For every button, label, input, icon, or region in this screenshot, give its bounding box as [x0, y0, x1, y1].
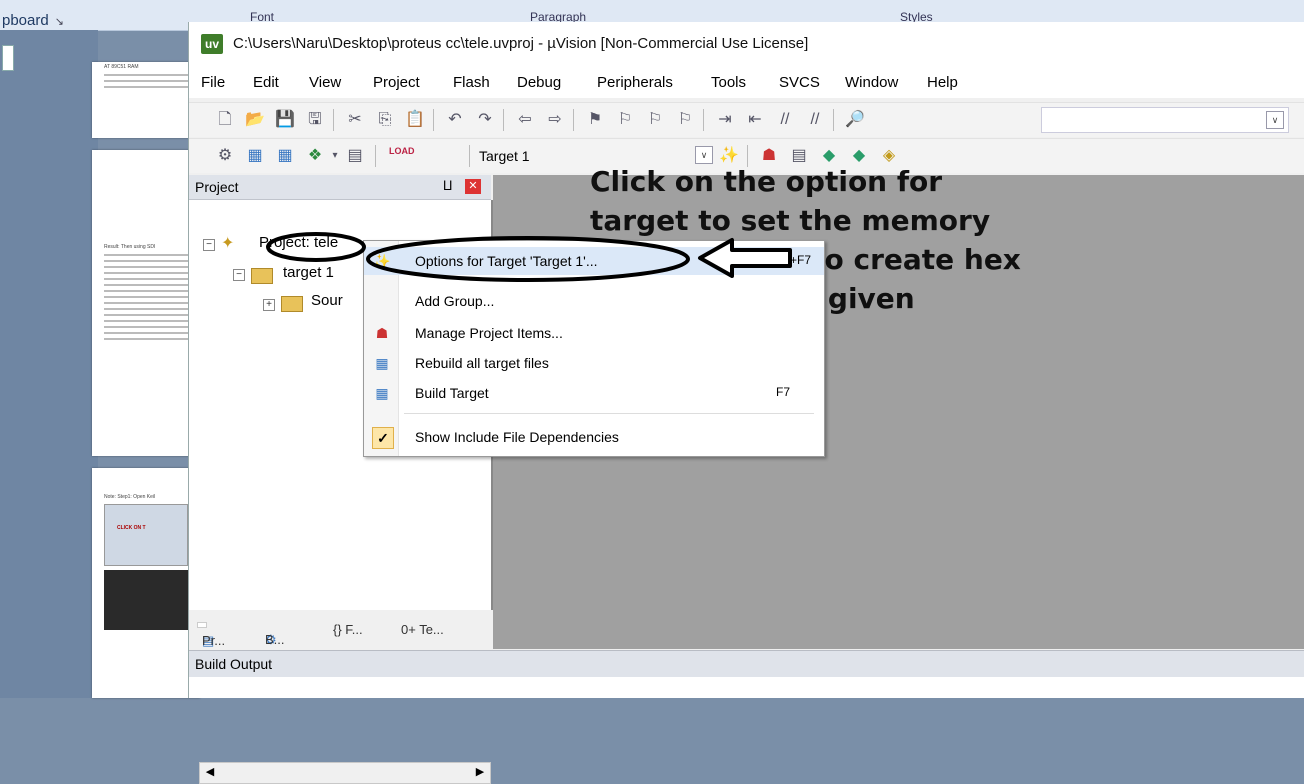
page-screenshot-thumbnail [104, 570, 188, 630]
next-bookmark-icon[interactable]: ⚐ [645, 110, 665, 130]
horizontal-scrollbar[interactable]: ◀ ▶ [199, 762, 491, 784]
background-input-box[interactable] [2, 45, 14, 71]
menu-item-show-include-deps[interactable]: ✓ Show Include File Dependencies [364, 423, 824, 451]
menu-item-manage-project-items[interactable]: ☗ Manage Project Items... [364, 319, 824, 347]
check-icon: ✓ [372, 427, 394, 449]
collapse-icon[interactable]: − [233, 269, 245, 281]
comment-icon[interactable]: // [775, 110, 795, 130]
menu-item-rebuild-all[interactable]: ▦ Rebuild all target files [364, 349, 824, 377]
project-items-icon: ☗ [375, 325, 389, 341]
chevron-down-icon[interactable]: ▾ [325, 146, 345, 166]
menu-tools[interactable]: Tools [711, 74, 746, 91]
rebuild-icon: ▦ [375, 355, 389, 371]
menu-project[interactable]: Project [373, 74, 420, 91]
target-folder-icon [251, 268, 273, 284]
indent-icon[interactable]: ⇥ [715, 110, 735, 130]
navigate-forward-icon[interactable]: ⇨ [545, 110, 565, 130]
menu-item-options-for-target[interactable]: ✨ Options for Target 'Target 1'... Alt+F… [364, 247, 824, 275]
page-text: Note: Step1: Open Keil [104, 494, 156, 500]
menu-file[interactable]: File [201, 74, 225, 91]
chevron-down-icon[interactable]: ∨ [1266, 111, 1284, 129]
menu-item-build-target[interactable]: ▦ Build Target F7 [364, 379, 824, 407]
source-group-tree-item[interactable]: Sour [311, 292, 343, 309]
copy-icon[interactable]: ⎘ [375, 110, 395, 130]
open-folder-icon[interactable]: 📂 [245, 110, 265, 130]
window-title: C:\Users\Naru\Desktop\proteus cc\tele.uv… [233, 35, 809, 52]
menu-view[interactable]: View [309, 74, 341, 91]
project-panel-tabs: ▤ Pr... ⚙ B... {} F... 0+ Te... [189, 612, 491, 648]
menu-peripherals[interactable]: Peripherals [597, 74, 673, 91]
uvision-app-icon: uv [201, 34, 223, 54]
ribbon-clipboard-label: pboard [2, 12, 49, 29]
prev-bookmark-icon[interactable]: ⚐ [615, 110, 635, 130]
find-in-files-icon[interactable]: 🔎 [845, 110, 865, 130]
dialog-launcher-icon[interactable]: ↘ [55, 16, 64, 28]
menu-bar: File Edit View Project Flash Debug Perip… [189, 66, 1304, 98]
scroll-left-icon[interactable]: ◀ [202, 764, 218, 780]
menu-item-add-group[interactable]: Add Group... [364, 287, 824, 315]
save-all-icon[interactable]: 🖫 [305, 110, 325, 130]
build-output-pane[interactable] [189, 677, 1304, 698]
rebuild-icon[interactable]: ▦ [275, 146, 295, 166]
page-text: AT 89C51 RAM [104, 64, 139, 70]
expand-icon[interactable]: + [263, 299, 275, 311]
bookmark-icon[interactable]: ⚑ [585, 110, 605, 130]
magic-wand-icon: ✨ [373, 253, 391, 269]
menu-edit[interactable]: Edit [253, 74, 279, 91]
unindent-icon[interactable]: ⇤ [745, 110, 765, 130]
document-page-thumbnail[interactable]: Result: Then using SDI [92, 150, 200, 456]
menu-svcs[interactable]: SVCS [779, 74, 820, 91]
project-root-label[interactable]: Project: tele [259, 234, 338, 251]
build-icon: ▦ [375, 385, 389, 401]
target-select-value: Target 1 [479, 148, 530, 164]
tab-functions[interactable]: {} F... [333, 622, 363, 637]
redo-icon[interactable]: ↷ [475, 110, 495, 130]
build-icon[interactable]: ▦ [245, 146, 265, 166]
save-icon[interactable]: 💾 [275, 110, 295, 130]
new-file-icon[interactable]: 🗋 [215, 110, 235, 130]
clear-bookmarks-icon[interactable]: ⚐ [675, 110, 695, 130]
find-combo[interactable]: ∨ [1041, 107, 1289, 133]
ribbon-clipboard-group: pboard ↘ [2, 12, 64, 29]
collapse-icon[interactable]: − [203, 239, 215, 251]
undo-icon[interactable]: ↶ [445, 110, 465, 130]
paste-icon[interactable]: 📋 [405, 110, 425, 130]
tab-project[interactable]: ▤ Pr... [197, 622, 225, 648]
document-page-thumbnail[interactable]: Note: Step1: Open Keil CLICK ON T [92, 468, 200, 698]
menu-window[interactable]: Window [845, 74, 898, 91]
title-bar[interactable]: uv C:\Users\Naru\Desktop\proteus cc\tele… [189, 22, 1304, 66]
page-text: Result: Then using SDI [104, 244, 156, 250]
project-root-icon: ✦ [221, 235, 235, 252]
project-panel-header: Project ⨿ ✕ [189, 175, 491, 200]
project-panel-title: Project [195, 179, 239, 195]
page-screenshot-thumbnail: CLICK ON T [104, 504, 188, 566]
navigate-back-icon[interactable]: ⇦ [515, 110, 535, 130]
tab-templates[interactable]: 0+ Te... [401, 622, 444, 637]
menu-debug[interactable]: Debug [517, 74, 561, 91]
translate-icon[interactable]: ⚙ [215, 146, 235, 166]
scroll-right-icon[interactable]: ▶ [472, 764, 488, 780]
uncomment-icon[interactable]: // [805, 110, 825, 130]
target-tree-item[interactable]: target 1 [283, 264, 334, 281]
build-output-header: Build Output [189, 650, 1304, 677]
page-banner-text: CLICK ON T [117, 525, 146, 531]
menu-help[interactable]: Help [927, 74, 958, 91]
pin-icon[interactable]: ⨿ [443, 178, 452, 194]
build-output-title: Build Output [195, 656, 273, 672]
stop-build-icon[interactable]: ▤ [345, 146, 365, 166]
menu-flash[interactable]: Flash [453, 74, 490, 91]
context-menu: ✨ Options for Target 'Target 1'... Alt+F… [363, 240, 825, 457]
document-page-thumbnail[interactable]: AT 89C51 RAM [92, 62, 200, 138]
close-icon[interactable]: ✕ [465, 179, 481, 194]
batch-build-icon[interactable]: ❖ [305, 146, 325, 166]
background-navigation-strip [0, 30, 98, 698]
source-group-folder-icon [281, 296, 303, 312]
load-download-icon[interactable]: LOAD [389, 146, 415, 166]
file-toolbar: 🗋 📂 💾 🖫 ✂ ⎘ 📋 ↶ ↷ ⇦ ⇨ ⚑ ⚐ ⚐ ⚐ ⇥ ⇤ // // … [189, 102, 1304, 137]
cut-icon[interactable]: ✂ [345, 110, 365, 130]
